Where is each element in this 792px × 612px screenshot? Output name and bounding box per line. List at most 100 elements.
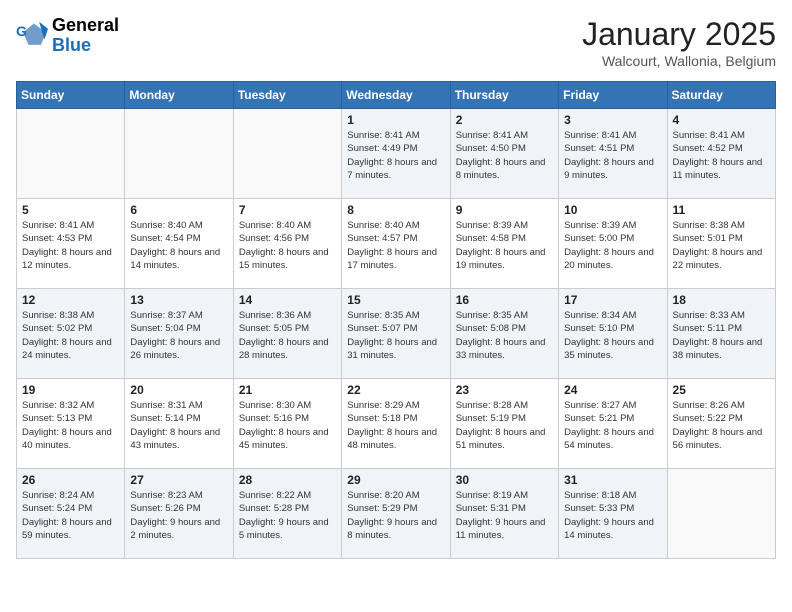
day-info: Sunrise: 8:36 AM Sunset: 5:05 PM Dayligh… xyxy=(239,309,336,362)
day-number: 11 xyxy=(673,203,770,217)
calendar-cell: 7 Sunrise: 8:40 AM Sunset: 4:56 PM Daylig… xyxy=(233,199,341,289)
day-number: 20 xyxy=(130,383,227,397)
day-number: 21 xyxy=(239,383,336,397)
day-info: Sunrise: 8:41 AM Sunset: 4:49 PM Dayligh… xyxy=(347,129,444,182)
calendar-cell: 27 Sunrise: 8:23 AM Sunset: 5:26 PM Dayli… xyxy=(125,469,233,559)
day-info: Sunrise: 8:39 AM Sunset: 4:58 PM Dayligh… xyxy=(456,219,553,272)
weekday-header-wednesday: Wednesday xyxy=(342,82,450,109)
day-info: Sunrise: 8:41 AM Sunset: 4:52 PM Dayligh… xyxy=(673,129,770,182)
logo: G General Blue xyxy=(16,16,119,56)
calendar-cell: 28 Sunrise: 8:22 AM Sunset: 5:28 PM Dayli… xyxy=(233,469,341,559)
calendar-cell: 13 Sunrise: 8:37 AM Sunset: 5:04 PM Dayli… xyxy=(125,289,233,379)
day-number: 23 xyxy=(456,383,553,397)
weekday-header-tuesday: Tuesday xyxy=(233,82,341,109)
calendar-cell: 3Sunrise: 8:41 AM Sunset: 4:51 PM Daylig… xyxy=(559,109,667,199)
calendar-cell: 31 Sunrise: 8:18 AM Sunset: 5:33 PM Dayli… xyxy=(559,469,667,559)
day-info: Sunrise: 8:28 AM Sunset: 5:19 PM Dayligh… xyxy=(456,399,553,452)
day-number: 28 xyxy=(239,473,336,487)
day-info: Sunrise: 8:40 AM Sunset: 4:54 PM Dayligh… xyxy=(130,219,227,272)
day-number: 19 xyxy=(22,383,119,397)
calendar-cell: 12 Sunrise: 8:38 AM Sunset: 5:02 PM Dayli… xyxy=(17,289,125,379)
calendar-cell xyxy=(125,109,233,199)
day-number: 3 xyxy=(564,113,661,127)
page-header: G General Blue January 2025 Walcourt, Wa… xyxy=(16,16,776,69)
logo-icon: G xyxy=(16,20,48,52)
day-info: Sunrise: 8:30 AM Sunset: 5:16 PM Dayligh… xyxy=(239,399,336,452)
calendar-cell: 1 Sunrise: 8:41 AM Sunset: 4:49 PM Daylig… xyxy=(342,109,450,199)
day-info: Sunrise: 8:29 AM Sunset: 5:18 PM Dayligh… xyxy=(347,399,444,452)
calendar-cell: 30 Sunrise: 8:19 AM Sunset: 5:31 PM Dayli… xyxy=(450,469,558,559)
day-number: 1 xyxy=(347,113,444,127)
day-number: 5 xyxy=(22,203,119,217)
calendar-cell: 17 Sunrise: 8:34 AM Sunset: 5:10 PM Dayli… xyxy=(559,289,667,379)
calendar-cell: 9 Sunrise: 8:39 AM Sunset: 4:58 PM Daylig… xyxy=(450,199,558,289)
calendar-cell: 4 Sunrise: 8:41 AM Sunset: 4:52 PM Daylig… xyxy=(667,109,775,199)
calendar-cell: 16 Sunrise: 8:35 AM Sunset: 5:08 PM Dayli… xyxy=(450,289,558,379)
day-info: Sunrise: 8:23 AM Sunset: 5:26 PM Dayligh… xyxy=(130,489,227,542)
calendar-cell: 19 Sunrise: 8:32 AM Sunset: 5:13 PM Dayli… xyxy=(17,379,125,469)
title-block: January 2025 Walcourt, Wallonia, Belgium xyxy=(582,16,776,69)
day-info: Sunrise: 8:41 AM Sunset: 4:53 PM Dayligh… xyxy=(22,219,119,272)
day-info: Sunrise: 8:39 AM Sunset: 5:00 PM Dayligh… xyxy=(564,219,661,272)
calendar-cell xyxy=(667,469,775,559)
calendar-cell: 22Sunrise: 8:29 AM Sunset: 5:18 PM Dayli… xyxy=(342,379,450,469)
weekday-header-saturday: Saturday xyxy=(667,82,775,109)
day-info: Sunrise: 8:32 AM Sunset: 5:13 PM Dayligh… xyxy=(22,399,119,452)
day-number: 27 xyxy=(130,473,227,487)
day-number: 26 xyxy=(22,473,119,487)
day-info: Sunrise: 8:34 AM Sunset: 5:10 PM Dayligh… xyxy=(564,309,661,362)
calendar-cell xyxy=(17,109,125,199)
calendar-cell xyxy=(233,109,341,199)
calendar-cell: 25Sunrise: 8:26 AM Sunset: 5:22 PM Dayli… xyxy=(667,379,775,469)
day-number: 12 xyxy=(22,293,119,307)
day-info: Sunrise: 8:18 AM Sunset: 5:33 PM Dayligh… xyxy=(564,489,661,542)
weekday-header-friday: Friday xyxy=(559,82,667,109)
day-info: Sunrise: 8:19 AM Sunset: 5:31 PM Dayligh… xyxy=(456,489,553,542)
day-info: Sunrise: 8:20 AM Sunset: 5:29 PM Dayligh… xyxy=(347,489,444,542)
day-number: 29 xyxy=(347,473,444,487)
calendar-cell: 23 Sunrise: 8:28 AM Sunset: 5:19 PM Dayli… xyxy=(450,379,558,469)
calendar-cell: 5 Sunrise: 8:41 AM Sunset: 4:53 PM Daylig… xyxy=(17,199,125,289)
calendar-cell: 6Sunrise: 8:40 AM Sunset: 4:54 PM Daylig… xyxy=(125,199,233,289)
day-number: 30 xyxy=(456,473,553,487)
day-number: 31 xyxy=(564,473,661,487)
calendar-cell: 2 Sunrise: 8:41 AM Sunset: 4:50 PM Daylig… xyxy=(450,109,558,199)
month-title: January 2025 xyxy=(582,16,776,53)
day-info: Sunrise: 8:22 AM Sunset: 5:28 PM Dayligh… xyxy=(239,489,336,542)
calendar-cell: 24 Sunrise: 8:27 AM Sunset: 5:21 PM Dayli… xyxy=(559,379,667,469)
weekday-header-monday: Monday xyxy=(125,82,233,109)
day-number: 24 xyxy=(564,383,661,397)
day-info: Sunrise: 8:31 AM Sunset: 5:14 PM Dayligh… xyxy=(130,399,227,452)
day-number: 2 xyxy=(456,113,553,127)
calendar-cell: 15Sunrise: 8:35 AM Sunset: 5:07 PM Dayli… xyxy=(342,289,450,379)
day-number: 4 xyxy=(673,113,770,127)
day-number: 13 xyxy=(130,293,227,307)
day-number: 17 xyxy=(564,293,661,307)
calendar-cell: 8Sunrise: 8:40 AM Sunset: 4:57 PM Daylig… xyxy=(342,199,450,289)
calendar-cell: 18 Sunrise: 8:33 AM Sunset: 5:11 PM Dayli… xyxy=(667,289,775,379)
location-title: Walcourt, Wallonia, Belgium xyxy=(582,53,776,69)
day-number: 10 xyxy=(564,203,661,217)
day-number: 18 xyxy=(673,293,770,307)
day-info: Sunrise: 8:33 AM Sunset: 5:11 PM Dayligh… xyxy=(673,309,770,362)
day-number: 7 xyxy=(239,203,336,217)
calendar-cell: 20 Sunrise: 8:31 AM Sunset: 5:14 PM Dayli… xyxy=(125,379,233,469)
day-number: 25 xyxy=(673,383,770,397)
day-info: Sunrise: 8:24 AM Sunset: 5:24 PM Dayligh… xyxy=(22,489,119,542)
day-info: Sunrise: 8:40 AM Sunset: 4:56 PM Dayligh… xyxy=(239,219,336,272)
day-number: 16 xyxy=(456,293,553,307)
calendar-cell: 29 Sunrise: 8:20 AM Sunset: 5:29 PM Dayli… xyxy=(342,469,450,559)
day-info: Sunrise: 8:27 AM Sunset: 5:21 PM Dayligh… xyxy=(564,399,661,452)
day-info: Sunrise: 8:35 AM Sunset: 5:08 PM Dayligh… xyxy=(456,309,553,362)
day-number: 8 xyxy=(347,203,444,217)
day-number: 9 xyxy=(456,203,553,217)
day-number: 15 xyxy=(347,293,444,307)
logo-line1: General xyxy=(52,16,119,36)
calendar-cell: 10 Sunrise: 8:39 AM Sunset: 5:00 PM Dayli… xyxy=(559,199,667,289)
logo-line2: Blue xyxy=(52,36,119,56)
day-info: Sunrise: 8:41 AM Sunset: 4:50 PM Dayligh… xyxy=(456,129,553,182)
day-info: Sunrise: 8:38 AM Sunset: 5:01 PM Dayligh… xyxy=(673,219,770,272)
day-number: 14 xyxy=(239,293,336,307)
day-info: Sunrise: 8:37 AM Sunset: 5:04 PM Dayligh… xyxy=(130,309,227,362)
day-info: Sunrise: 8:38 AM Sunset: 5:02 PM Dayligh… xyxy=(22,309,119,362)
